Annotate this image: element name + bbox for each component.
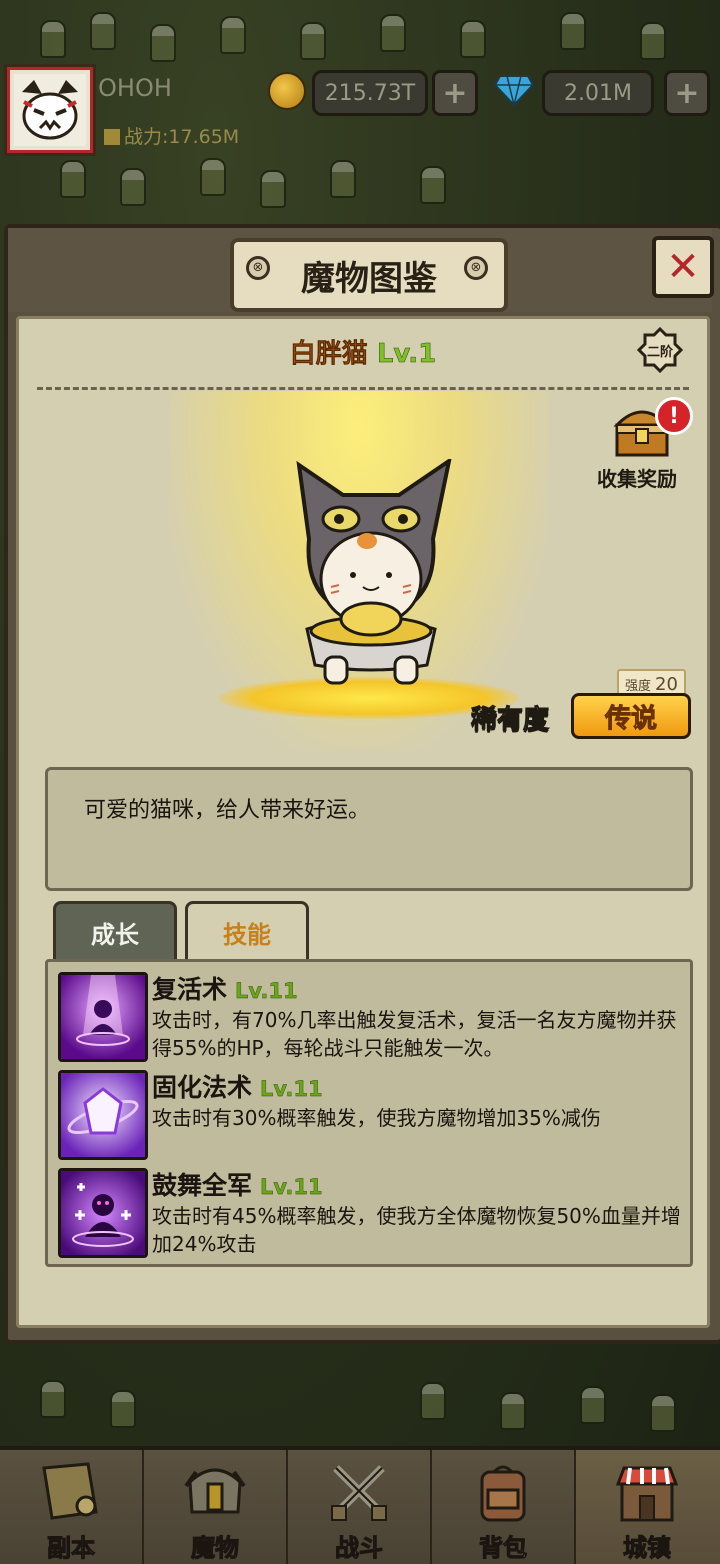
skill-title: 复活术 — [152, 975, 228, 1004]
gem-amount: 2.01M — [542, 70, 654, 116]
nav-label: 魔物 — [191, 1534, 240, 1563]
close-button[interactable]: ✕ — [652, 236, 714, 298]
monster-avatar-icon — [14, 74, 86, 146]
skill-name: 固化法术 Lv.11 — [152, 1068, 323, 1104]
screw-icon: ⊗ — [464, 256, 488, 280]
skill-name: 鼓舞全军 Lv.11 — [152, 1166, 323, 1202]
skill-level: Lv.11 — [260, 1077, 323, 1101]
alert-badge: ! — [655, 397, 693, 435]
diamond-icon — [494, 75, 534, 106]
collect-reward-label[interactable]: 收集奖励 — [597, 463, 677, 492]
rarity-label: 稀有度 — [470, 705, 550, 736]
nav-label: 城镇 — [623, 1534, 672, 1563]
nav-backpack[interactable]: 背包 — [432, 1450, 577, 1564]
nav-label: 副本 — [47, 1534, 96, 1563]
power-value: 战力:17.65M — [124, 126, 240, 148]
crystal-shield-icon — [58, 1070, 148, 1160]
skill-description: 攻击时，有70%几率出触发复活术，复活一名友方魔物并获得55%的HP，每轮战斗只… — [152, 1008, 677, 1060]
avatar[interactable] — [4, 64, 96, 156]
strength-label: 强度 — [625, 678, 652, 694]
panel-title: 魔物图鉴 — [301, 258, 437, 299]
backpack-icon — [480, 1465, 526, 1522]
power-icon — [104, 129, 120, 145]
nav-label: 战斗 — [335, 1534, 384, 1563]
map-scroll-icon — [42, 1462, 98, 1520]
monster-description-box: 可爱的猫咪，给人带来好运。 — [45, 767, 693, 891]
nav-label: 背包 — [479, 1534, 528, 1563]
power-display: 战力:17.65M — [104, 122, 239, 149]
screw-icon: ⊗ — [246, 256, 270, 280]
top-bar: OHOH 战力:17.65M 215.73T + 2.01M + — [0, 60, 720, 156]
skill-level: Lv.11 — [260, 1175, 323, 1199]
nav-battle[interactable]: 战斗 — [288, 1450, 433, 1564]
strength-value: 20 — [655, 673, 678, 695]
add-gem-button[interactable]: + — [664, 70, 710, 116]
nav-monsters[interactable]: 魔物 — [144, 1450, 289, 1564]
nav-dungeon[interactable]: 副本 — [0, 1450, 145, 1564]
rarity-badge: 传说 — [571, 693, 691, 739]
monster-description: 可爱的猫咪，给人带来好运。 — [84, 798, 371, 823]
gold-amount: 215.73T — [312, 70, 428, 116]
gold-coin-icon — [268, 72, 306, 110]
monster-title: 白胖猫 Lv.1 — [19, 333, 707, 370]
monster-name: 白胖猫 — [289, 339, 369, 370]
skill-item[interactable]: 鼓舞全军 Lv.11 攻击时有45%概率触发，使我方全体魔物恢复50%血量并增加2… — [58, 1168, 688, 1260]
tier-text: 二阶 — [646, 344, 673, 360]
divider — [37, 387, 689, 390]
inspire-icon — [58, 1168, 148, 1258]
skill-item[interactable]: 复活术 Lv.11 攻击时，有70%几率出触发复活术，复活一名友方魔物并获得55%… — [58, 972, 688, 1064]
resurrect-icon — [58, 972, 148, 1062]
monster-level: Lv.1 — [376, 339, 437, 370]
skill-name: 复活术 Lv.11 — [152, 970, 298, 1006]
skills-list: 复活术 Lv.11 攻击时，有70%几率出触发复活术，复活一名友方魔物并获得55%… — [45, 959, 693, 1267]
skill-item[interactable]: 固化法术 Lv.11 攻击时有30%概率触发，使我方魔物增加35%减伤 — [58, 1070, 688, 1162]
white-fat-cat-sprite — [296, 459, 452, 685]
skill-title: 固化法术 — [152, 1073, 253, 1102]
skill-description: 攻击时有30%概率触发，使我方魔物增加35%减伤 — [152, 1106, 601, 1130]
tab-skills[interactable]: 技能 — [185, 901, 309, 960]
add-gold-button[interactable]: + — [432, 70, 478, 116]
player-name: OHOH — [98, 74, 172, 102]
skill-level: Lv.11 — [235, 979, 298, 1003]
crossed-swords-icon — [331, 1465, 387, 1521]
monster-codex-panel: 魔物图鉴 ⊗ ⊗ ✕ 白胖猫 Lv.1 二阶 ! 收集奖励 强度 20 稀有度 … — [4, 224, 720, 1344]
skill-description: 攻击时有45%概率触发，使我方全体魔物恢复50%血量并增加24%攻击 — [152, 1204, 681, 1256]
tab-growth[interactable]: 成长 — [53, 901, 177, 960]
town-shop-icon — [615, 1466, 679, 1522]
nav-town[interactable]: 城镇 — [576, 1450, 720, 1564]
knight-helmet-icon — [184, 1468, 246, 1514]
bottom-nav: 副本 魔物 战斗 背包 城镇 — [0, 1446, 720, 1564]
panel-content: 白胖猫 Lv.1 二阶 ! 收集奖励 强度 20 稀有度 传说 可爱的猫咪，给人… — [16, 316, 710, 1328]
tier-badge[interactable]: 二阶 — [636, 326, 684, 374]
skill-title: 鼓舞全军 — [152, 1171, 253, 1200]
panel-header: 魔物图鉴 ⊗ ⊗ ✕ — [8, 228, 714, 312]
